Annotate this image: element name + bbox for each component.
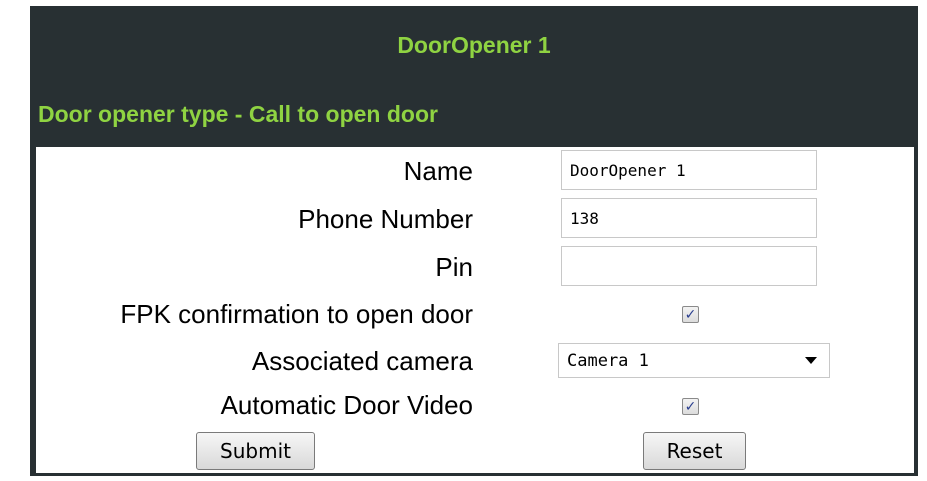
door-opener-panel: DoorOpener 1 Door opener type - Call to … [30, 6, 918, 476]
name-label: Name [403, 156, 473, 186]
pin-label: Pin [435, 252, 473, 282]
associated-camera-label: Associated camera [251, 346, 473, 376]
reset-button[interactable]: Reset [643, 432, 746, 470]
submit-button[interactable]: Submit [196, 432, 315, 470]
fpk-confirmation-label: FPK confirmation to open door [120, 299, 473, 329]
checkmark-icon: ✓ [684, 398, 697, 415]
door-opener-form: Name Phone Number Pin FPK confirmation t… [36, 147, 914, 473]
automatic-door-video-label: Automatic Door Video [220, 390, 473, 420]
phone-number-field[interactable] [561, 198, 817, 238]
pin-field[interactable] [561, 246, 817, 286]
associated-camera-value: Camera 1 [567, 350, 649, 371]
name-field[interactable] [561, 150, 817, 190]
checkmark-icon: ✓ [684, 306, 697, 323]
automatic-door-video-checkbox[interactable]: ✓ [682, 398, 699, 415]
fpk-confirmation-checkbox[interactable]: ✓ [682, 306, 699, 323]
associated-camera-select[interactable]: Camera 1 [558, 343, 830, 378]
page-title: DoorOpener 1 [397, 32, 551, 58]
phone-number-label: Phone Number [298, 204, 473, 234]
section-subtitle: Door opener type - Call to open door [38, 101, 438, 127]
dropdown-arrow-icon [805, 357, 817, 364]
